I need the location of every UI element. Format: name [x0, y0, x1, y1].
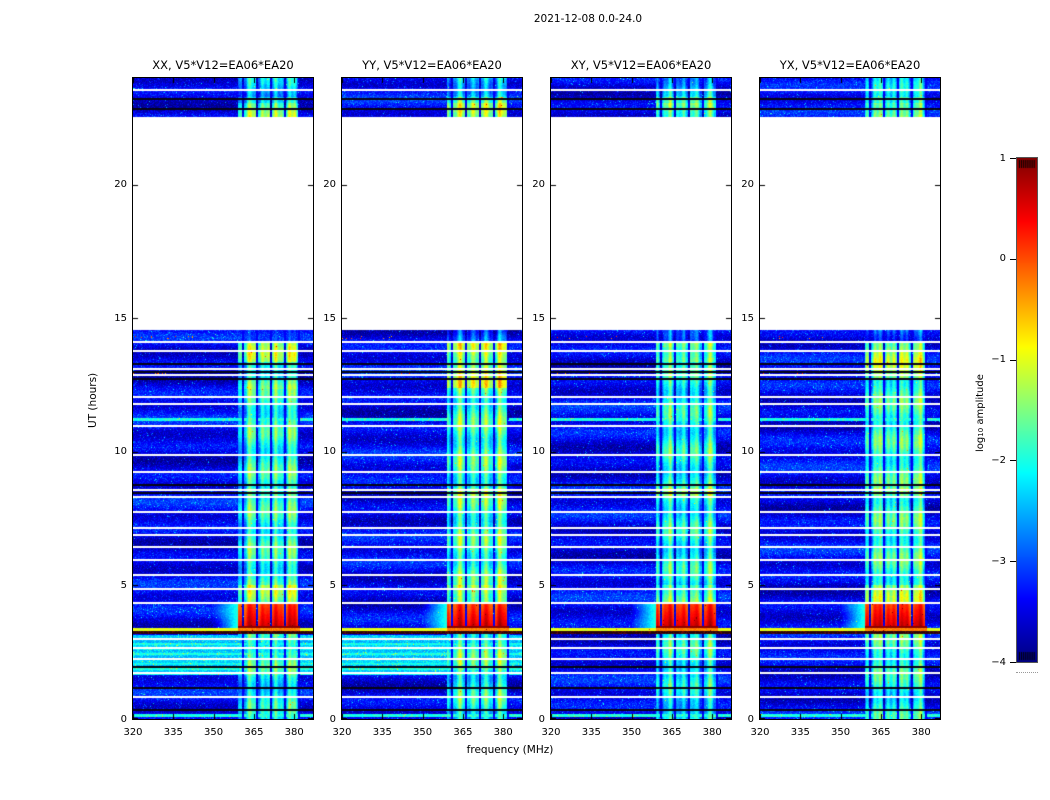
- colorbar-label-text: log: [975, 436, 986, 452]
- y-tick-label: 10: [532, 446, 545, 458]
- x-tick-label: 380: [284, 727, 304, 738]
- colorbar-tick-label: −3: [991, 555, 1006, 567]
- colorbar-tick-label: 0: [999, 253, 1006, 265]
- colorbar-tick: [1010, 460, 1016, 462]
- y-tick-label: 5: [120, 579, 127, 591]
- colorbar-minor-dots: [1016, 672, 1038, 673]
- colorbar-label-subscript: 10: [977, 427, 985, 437]
- panel-title-xx: XX, V5*V12=EA06*EA20: [152, 58, 294, 72]
- y-tick-label: 20: [114, 179, 127, 191]
- y-tick-label: 20: [532, 179, 545, 191]
- x-tick-label: 365: [453, 727, 473, 738]
- x-tick-label: 350: [831, 727, 851, 738]
- colorbar-tick-label: −1: [991, 354, 1006, 366]
- x-tick-label: 335: [790, 727, 810, 738]
- y-tick-label: 10: [741, 446, 754, 458]
- colorbar-tick: [1010, 662, 1016, 663]
- x-tick-label: 350: [413, 727, 433, 738]
- panel-title-yy: YY, V5*V12=EA06*EA20: [362, 58, 502, 72]
- figure-title: 2021-12-08 0.0-24.0: [533, 13, 643, 25]
- x-tick-label: 350: [622, 727, 642, 738]
- x-tick-label: 320: [541, 727, 561, 738]
- x-tick-label: 335: [163, 727, 183, 738]
- y-tick-label: 20: [741, 179, 754, 191]
- y-tick-label: 15: [741, 312, 754, 324]
- y-tick-label: 5: [538, 579, 545, 591]
- x-tick-label: 320: [750, 727, 770, 738]
- x-tick-label: 380: [911, 727, 931, 738]
- spectrogram-panel-yy: [341, 77, 523, 720]
- y-tick-label: 5: [747, 579, 754, 591]
- y-tick-label: 20: [323, 179, 336, 191]
- x-tick-label: 365: [244, 727, 264, 738]
- colorbar: [1016, 157, 1038, 663]
- x-tick-label: 380: [493, 727, 513, 738]
- colorbar-tick-label: 1: [999, 152, 1006, 164]
- colorbar-tick: [1010, 359, 1016, 361]
- y-tick-label: 5: [329, 579, 336, 591]
- colorbar-label-text: amplitude: [975, 374, 986, 428]
- colorbar-tick: [1010, 158, 1016, 159]
- x-tick-label: 365: [662, 727, 682, 738]
- y-tick-label: 15: [114, 312, 127, 324]
- colorbar-tick-label: −2: [991, 454, 1006, 466]
- panel-title-xy: XY, V5*V12=EA06*EA20: [570, 58, 712, 72]
- panel-title-yx: YX, V5*V12=EA06*EA20: [779, 58, 921, 72]
- x-tick-label: 350: [204, 727, 224, 738]
- x-tick-label: 380: [702, 727, 722, 738]
- x-tick-label: 335: [372, 727, 392, 738]
- x-axis-label: frequency (MHz): [466, 744, 554, 756]
- y-axis-label: UT (hours): [87, 372, 99, 428]
- y-tick-label: 15: [323, 312, 336, 324]
- x-tick-label: 320: [332, 727, 352, 738]
- x-tick-label: 365: [871, 727, 891, 738]
- y-tick-label: 15: [532, 312, 545, 324]
- spectrogram-panel-yx: [759, 77, 941, 720]
- y-tick-label: 10: [114, 446, 127, 458]
- colorbar-tick: [1010, 258, 1016, 260]
- x-tick-label: 335: [581, 727, 601, 738]
- colorbar-tick-label: −4: [991, 656, 1006, 668]
- x-tick-label: 320: [123, 727, 143, 738]
- spectrogram-panel-xy: [550, 77, 732, 720]
- figure: 2021-12-08 0.0-24.0 UT (hours) XX, V5*V1…: [0, 0, 1050, 800]
- spectrogram-panel-xx: [132, 77, 314, 720]
- colorbar-tick: [1010, 561, 1016, 563]
- y-tick-label: 10: [323, 446, 336, 458]
